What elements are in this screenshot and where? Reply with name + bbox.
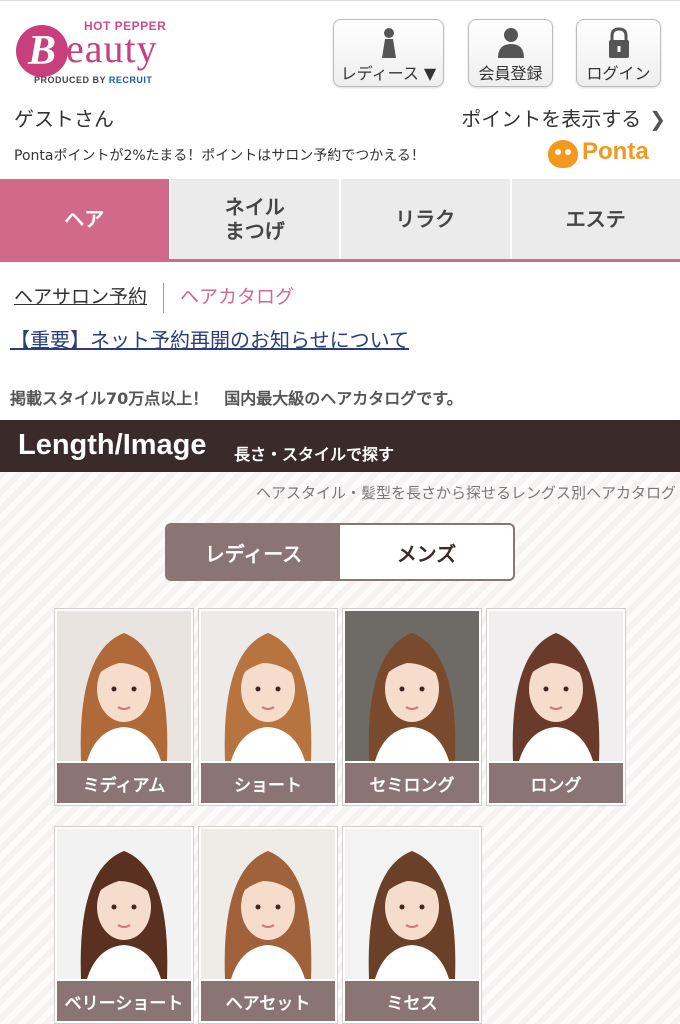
show-points-link[interactable]: ポイントを表示する ❯ <box>461 103 666 132</box>
subnav-divider <box>163 282 165 313</box>
recruit-logo: RECRUIT <box>108 75 153 85</box>
login-label: ログイン <box>586 64 651 83</box>
tab-nail-label: ネイル まつげ <box>224 195 285 243</box>
ponta-logo: Ponta <box>548 138 668 170</box>
catalog-subtitle: ヘアスタイル・髪型を長さから探せるレングス別ヘアカタログ <box>255 484 676 502</box>
style-card-long[interactable]: ロング <box>486 608 626 806</box>
woman-icon <box>381 28 396 58</box>
style-card-label: ロング <box>489 763 623 803</box>
hairstyle-photo <box>57 611 191 761</box>
ponta-promo-text: Pontaポイントが2%たまる！ポイントはサロン予約でつかえる！ <box>14 148 425 164</box>
style-card-mrs[interactable]: ミセス <box>342 826 482 1024</box>
style-card-medium[interactable]: ミディアム <box>54 608 194 806</box>
tab-hair[interactable]: ヘア <box>0 179 171 259</box>
show-points-label: ポイントを表示する <box>461 107 642 131</box>
member-register-label: 会員登録 <box>478 64 543 83</box>
hairstyle-photo <box>345 611 479 761</box>
hairstyle-photo <box>201 829 335 979</box>
chevron-right-icon: ❯ <box>649 107 666 131</box>
guest-greeting: ゲストさん <box>14 107 114 131</box>
ponta-raccoon-icon <box>548 140 578 168</box>
length-catalog: ヘアスタイル・髪型を長さから探せるレングス別ヘアカタログ レディース メンズ ミ… <box>0 472 680 1024</box>
style-card-very-short[interactable]: ベリーショート <box>54 826 194 1024</box>
logo-beauty-text: eauty <box>66 26 158 71</box>
length-image-section-header: Length/Image 長さ・スタイルで探す <box>0 420 680 472</box>
tab-esthetic[interactable]: エステ <box>511 179 680 259</box>
app-header: HOT PEPPER B eauty PRODUCED BY RECRUIT レ… <box>0 0 680 96</box>
hair-subnav: ヘアサロン予約 ヘアカタログ <box>14 282 294 314</box>
hairstyle-photo <box>57 829 191 979</box>
important-notice-link[interactable]: 【重要】ネット予約再開のお知らせについて <box>10 324 409 353</box>
hair-catalog-link[interactable]: ヘアカタログ <box>180 286 294 308</box>
hotpepper-beauty-logo[interactable]: HOT PEPPER B eauty PRODUCED BY RECRUIT <box>16 19 196 87</box>
style-card-label: ミディアム <box>57 763 191 803</box>
login-button[interactable]: ログイン <box>576 19 661 87</box>
style-card-label: ヘアセット <box>201 981 335 1021</box>
gender-toggle: レディース メンズ <box>165 523 515 581</box>
logo-produced-by: PRODUCED BY RECRUIT <box>34 75 153 85</box>
style-card-label: ショート <box>201 763 335 803</box>
member-register-button[interactable]: 会員登録 <box>468 19 553 87</box>
style-card-hair-set[interactable]: ヘアセット <box>198 826 338 1024</box>
tab-nail-eyelash[interactable]: ネイル まつげ <box>170 179 341 259</box>
ladies-menu-label: レディース ▼ <box>340 64 437 83</box>
style-card-semi-long[interactable]: セミロング <box>342 608 482 806</box>
hairstyle-photo <box>201 611 335 761</box>
hair-salon-booking-link[interactable]: ヘアサロン予約 <box>14 286 147 308</box>
style-card-label: ミセス <box>345 981 479 1021</box>
ladies-toggle-option[interactable]: レディース <box>167 525 340 579</box>
style-card-short[interactable]: ショート <box>198 608 338 806</box>
ladies-menu-button[interactable]: レディース ▼ <box>333 19 444 87</box>
logo-b-mark: B <box>16 25 68 77</box>
lock-icon <box>608 27 629 58</box>
hairstyle-photo <box>489 611 623 761</box>
style-card-label: ベリーショート <box>57 981 191 1021</box>
hairstyle-photo <box>345 829 479 979</box>
category-tabs: ヘア ネイル まつげ リラク エステ <box>0 179 680 262</box>
section-title-en: Length/Image <box>18 429 207 461</box>
tab-relax[interactable]: リラク <box>341 179 512 259</box>
catalog-lead-text: 掲載スタイル70万点以上！ 国内最大級のヘアカタログです。 <box>10 389 463 408</box>
user-icon <box>497 28 524 58</box>
style-card-label: セミロング <box>345 763 479 803</box>
ponta-brand-text: Ponta <box>582 138 649 165</box>
mens-toggle-option[interactable]: メンズ <box>340 525 513 579</box>
section-title-jp: 長さ・スタイルで探す <box>234 445 395 464</box>
